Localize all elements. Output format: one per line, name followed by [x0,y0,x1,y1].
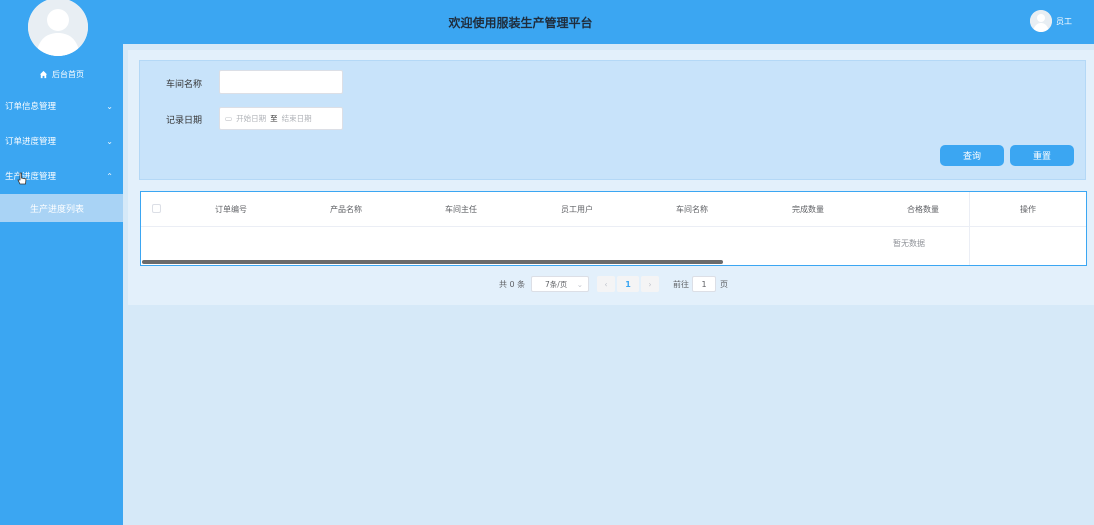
column-header: 产品名称 [330,204,362,214]
chevron-right-icon: › [648,279,652,289]
column-header: 操作 [1020,204,1036,214]
reset-button[interactable]: 重置 [1010,145,1074,166]
record-date-label: 记录日期 [165,116,202,126]
calendar-icon: ▭ [225,114,233,123]
header-user-menu[interactable]: 员工 [1030,9,1072,33]
sidebar-home-label: 后台首页 [52,69,84,79]
sidebar-subitem-production-progress-list[interactable]: 生产进度列表 [0,194,123,222]
horizontal-scrollbar[interactable] [142,260,723,264]
sidebar: 后台首页 订单信息管理 ⌄ 订单进度管理 ⌄ 生产进度管理 ⌃ 生产进度列表 [0,0,123,525]
avatar [1030,10,1052,32]
page-unit-label: 页 [720,279,728,289]
table-header-divider [141,226,1086,227]
chevron-down-icon: ⌄ [576,279,583,289]
chevron-up-icon: ⌃ [106,171,113,181]
column-header: 合格数量 [907,204,939,214]
sidebar-item-order-info[interactable]: 订单信息管理 ⌄ [0,96,123,116]
header-user-label: 员工 [1056,16,1072,26]
sidebar-home-link[interactable]: 后台首页 [0,67,123,81]
next-page-button[interactable]: › [641,276,659,292]
chevron-down-icon: ⌄ [106,136,113,146]
user-avatar-icon [1030,10,1052,32]
prev-page-button[interactable]: ‹ [597,276,615,292]
home-icon [39,70,48,78]
goto-label: 前往 [673,279,689,289]
goto-page-input[interactable]: 1 [692,276,716,292]
hand-cursor-icon [17,172,27,185]
column-header: 车间主任 [445,204,477,214]
range-separator: 至 [270,114,278,123]
avatar [28,0,88,56]
column-header: 完成数量 [792,204,824,214]
column-header: 车间名称 [676,204,708,214]
record-date-range-picker[interactable]: ▭ 开始日期 至 结束日期 [219,107,343,130]
query-button[interactable]: 查询 [940,145,1004,166]
data-table: 订单编号 产品名称 车间主任 员工用户 车间名称 完成数量 合格数量 操作 暂无… [140,191,1087,266]
sidebar-subitem-label: 生产进度列表 [30,204,85,215]
pagination-total: 共 0 条 [499,279,526,289]
page-title: 欢迎使用服装生产管理平台 [448,15,593,30]
chevron-left-icon: ‹ [604,279,608,289]
page-number-current[interactable]: 1 [617,276,639,292]
top-header: 欢迎使用服装生产管理平台 员工 [123,0,1094,44]
column-header: 员工用户 [561,204,593,214]
operation-column-divider [969,192,970,265]
page-size-select[interactable]: 7条/页 ⌄ [531,276,589,292]
sidebar-item-label: 订单信息管理 [5,102,57,112]
sidebar-item-label: 订单进度管理 [5,137,57,147]
sidebar-item-label: 生产进度管理 [5,172,57,182]
sidebar-item-order-progress[interactable]: 订单进度管理 ⌄ [0,131,123,151]
column-header: 订单编号 [215,204,247,214]
workshop-name-label: 车间名称 [165,80,202,90]
end-date-placeholder: 结束日期 [281,114,312,123]
start-date-placeholder: 开始日期 [236,114,267,123]
user-avatar-icon [28,0,88,56]
table-empty-text: 暂无数据 [893,239,925,248]
workshop-name-input[interactable] [219,70,343,94]
select-all-checkbox[interactable] [152,204,161,213]
chevron-down-icon: ⌄ [106,101,113,111]
page-size-value: 7条/页 [545,279,568,289]
